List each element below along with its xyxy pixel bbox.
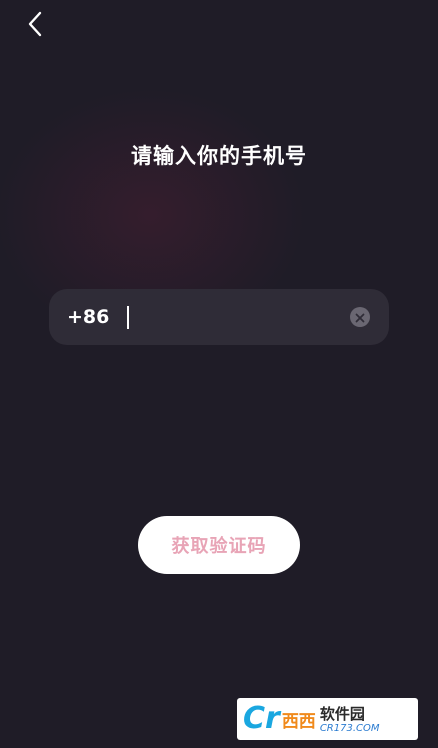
watermark-name: 软件园 [319, 704, 365, 723]
watermark-letter: Cr [243, 701, 280, 736]
chevron-left-icon [27, 11, 43, 41]
back-button[interactable] [20, 8, 50, 44]
phone-number-input[interactable] [125, 299, 335, 335]
country-code[interactable]: +86 [67, 289, 109, 345]
watermark-logo: Cr 西西 软件园 CR173.COM [237, 698, 418, 740]
clear-icon [355, 308, 365, 327]
watermark-logo-text: 西西 [281, 711, 316, 732]
get-verification-code-button[interactable]: 获取验证码 [138, 516, 300, 574]
text-cursor [127, 306, 129, 329]
watermark-text-group: 软件园 CR173.COM [320, 705, 380, 734]
clear-button[interactable] [350, 307, 370, 327]
page-title: 请输入你的手机号 [131, 144, 307, 168]
watermark-url: CR173.COM [319, 722, 380, 734]
phone-input-group: +86 [49, 289, 389, 345]
